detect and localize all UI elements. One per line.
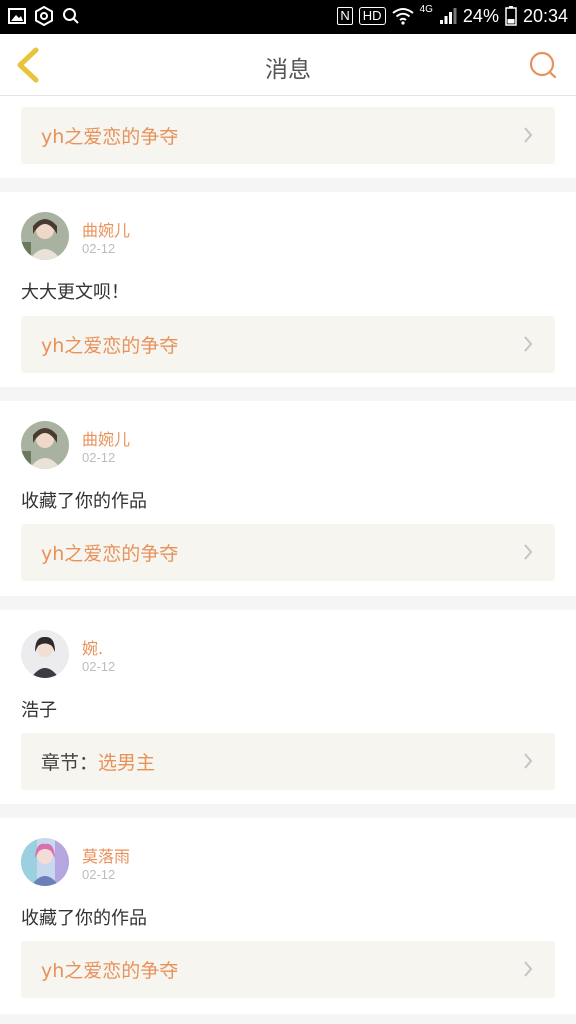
user-name[interactable]: 曲婉儿: [82, 426, 130, 450]
work-link-title: yh之爱恋的争夺: [41, 543, 179, 565]
message-card: 曲婉儿 02-12 收藏了你的作品 yh之爱恋的争夺: [0, 401, 576, 596]
signal-icon: [439, 8, 457, 24]
search-status-icon: [63, 8, 79, 24]
chevron-right-icon: [524, 753, 533, 769]
chapter-link-title: 章节：选男主: [41, 752, 156, 774]
message-card: 婉. 02-12 浩子 章节：选男主: [0, 610, 576, 804]
user-avatar[interactable]: [21, 212, 69, 260]
message-card-partial: yh之爱恋的争夺: [0, 96, 576, 178]
message-date: 02-12: [82, 659, 116, 674]
message-content: 大大更文呗！: [21, 282, 129, 303]
battery-icon: [505, 6, 517, 26]
work-link[interactable]: yh之爱恋的争夺: [21, 941, 555, 998]
chevron-right-icon: [524, 127, 533, 143]
message-card: 莫落雨 02-12 收藏了你的作品 yh之爱恋的争夺: [0, 818, 576, 1014]
wifi-icon: [391, 8, 414, 25]
nfc-icon: N: [337, 7, 353, 25]
work-link-title: yh之爱恋的争夺: [41, 960, 179, 982]
user-name[interactable]: 莫落雨: [82, 843, 130, 867]
battery-percent: 24%: [462, 6, 499, 26]
chapter-link[interactable]: 章节：选男主: [21, 733, 555, 790]
message-content: 收藏了你的作品: [21, 908, 147, 929]
status-bar: N HD 4G 24% 20:34: [0, 0, 576, 34]
clock: 20:34: [522, 6, 568, 26]
work-link-title: yh之爱恋的争夺: [41, 126, 179, 148]
chevron-right-icon: [524, 336, 533, 352]
user-name[interactable]: 曲婉儿: [82, 217, 130, 241]
nav-bar: 消息: [0, 34, 576, 96]
message-date: 02-12: [82, 867, 116, 882]
work-link-title: yh之爱恋的争夺: [41, 335, 179, 357]
user-avatar[interactable]: [21, 630, 69, 678]
network-type-label: 4G: [419, 4, 433, 15]
message-content: 浩子: [21, 700, 57, 721]
chevron-right-icon: [524, 961, 533, 977]
message-date: 02-12: [82, 241, 116, 256]
page-title: 消息: [265, 57, 311, 83]
message-card: 曲婉儿 02-12 大大更文呗！ yh之爱恋的争夺: [0, 192, 576, 387]
chevron-right-icon: [524, 544, 533, 560]
work-link[interactable]: yh之爱恋的争夺: [21, 524, 555, 581]
work-link[interactable]: yh之爱恋的争夺: [21, 316, 555, 373]
hd-badge: HD: [358, 7, 386, 25]
user-avatar[interactable]: [21, 421, 69, 469]
work-link[interactable]: yh之爱恋的争夺: [21, 107, 555, 164]
settings-hexagon-icon: [35, 6, 53, 26]
message-date: 02-12: [82, 450, 116, 465]
user-avatar[interactable]: [21, 838, 69, 886]
gallery-icon: [8, 8, 26, 24]
user-name[interactable]: 婉.: [82, 635, 103, 659]
search-icon[interactable]: [528, 50, 558, 80]
message-content: 收藏了你的作品: [21, 491, 147, 512]
